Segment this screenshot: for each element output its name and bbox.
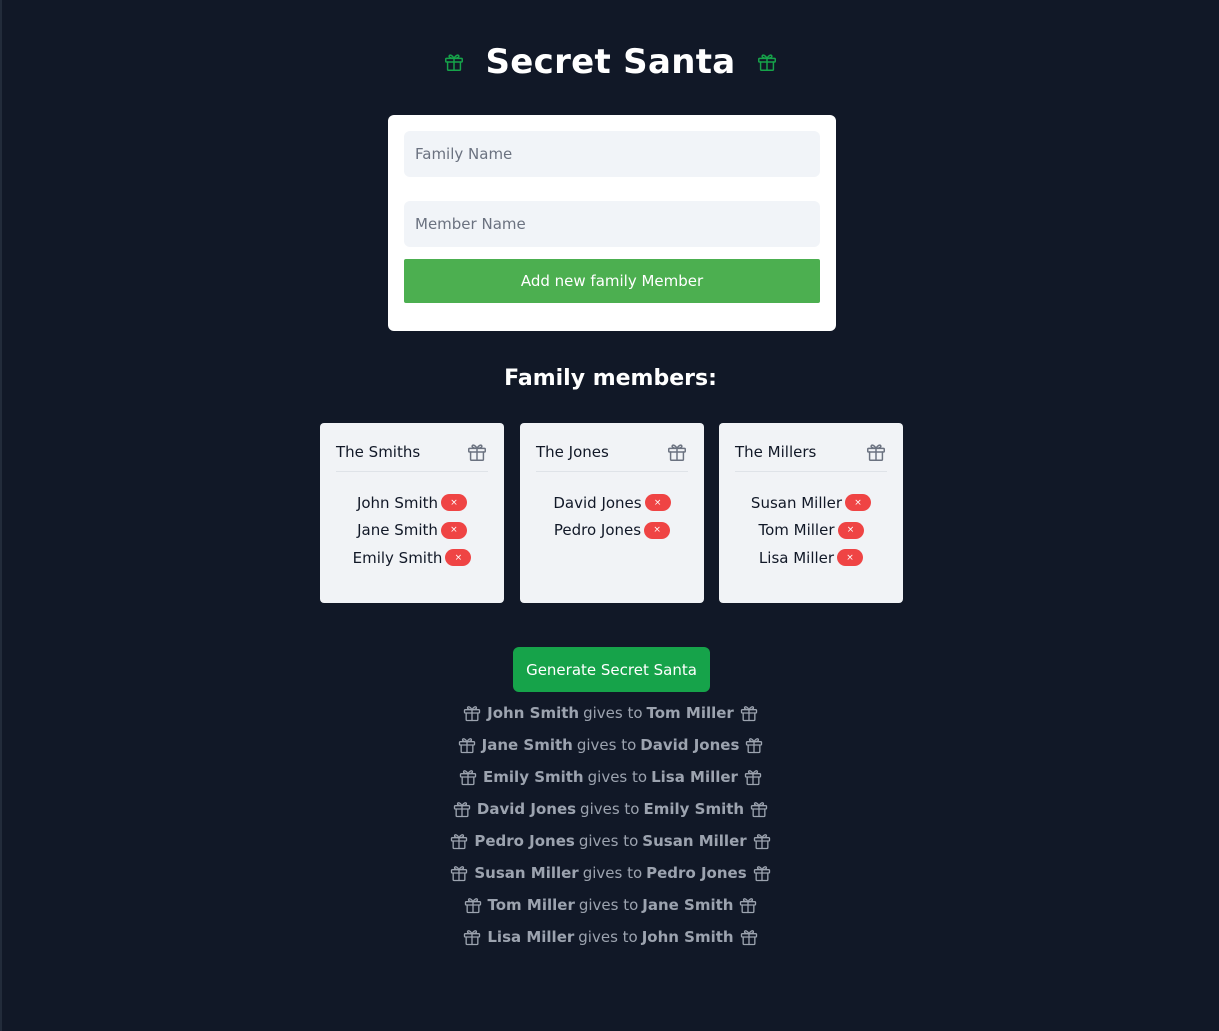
receiver-name: John Smith xyxy=(641,928,734,946)
remove-member-button[interactable]: × xyxy=(441,494,468,512)
gives-to-text: gives to xyxy=(580,800,640,818)
app-page: Secret Santa Add new family Member Famil… xyxy=(0,0,1219,1031)
generate-secret-santa-button[interactable]: Generate Secret Santa xyxy=(513,647,710,692)
receiver-name: David Jones xyxy=(640,736,740,754)
remove-member-button[interactable]: × xyxy=(644,521,671,539)
gift-icon xyxy=(463,895,483,915)
giver-name: Jane Smith xyxy=(481,736,573,754)
gives-to-text: gives to xyxy=(576,736,637,754)
family-name: The Millers xyxy=(735,443,817,461)
gift-icon xyxy=(449,831,469,851)
gives-to-text: gives to xyxy=(587,768,648,786)
gift-icon xyxy=(865,441,887,463)
family-card: The Jones David Jones × Pedro Jones × xyxy=(520,423,704,603)
receiver-name: Emily Smith xyxy=(643,800,745,818)
member-name-input[interactable] xyxy=(404,201,820,247)
pairing-row: Tom Miller gives to Jane Smith xyxy=(2,889,1219,921)
receiver-name: Lisa Miller xyxy=(651,768,738,786)
giver-name: Lisa Miller xyxy=(487,928,575,946)
pairing-row: Susan Miller gives to Pedro Jones xyxy=(2,857,1219,889)
giver-name: Susan Miller xyxy=(474,864,579,882)
family-card-header: The Jones xyxy=(536,439,688,472)
family-card: The Smiths John Smith × Jane Smith × Emily Sm… xyxy=(320,423,504,603)
pairing-row: Pedro Jones gives to Susan Miller xyxy=(2,825,1219,857)
family-card: The Millers Susan Miller × Tom Miller × Lisa … xyxy=(719,423,903,603)
gift-icon xyxy=(743,767,763,787)
family-name: The Smiths xyxy=(336,443,421,461)
list-item: Pedro Jones × xyxy=(520,517,704,545)
gift-icon xyxy=(462,927,482,947)
list-item: Tom Miller × xyxy=(719,517,903,545)
family-card-header: The Millers xyxy=(735,439,887,472)
giver-name: Tom Miller xyxy=(487,896,575,914)
gives-to-text: gives to xyxy=(578,832,639,850)
gift-icon xyxy=(752,863,772,883)
receiver-name: Susan Miller xyxy=(642,832,747,850)
giver-name: John Smith xyxy=(487,704,580,722)
gives-to-text: gives to xyxy=(578,896,639,914)
list-item: David Jones × xyxy=(520,489,704,517)
member-name: Pedro Jones xyxy=(553,521,642,540)
member-name: Lisa Miller xyxy=(758,548,835,567)
family-name: The Jones xyxy=(536,443,609,461)
receiver-name: Jane Smith xyxy=(642,896,734,914)
giver-name: David Jones xyxy=(476,800,577,818)
gift-icon xyxy=(749,799,769,819)
list-item: Susan Miller × xyxy=(719,489,903,517)
remove-member-button[interactable]: × xyxy=(445,549,472,567)
gift-icon xyxy=(452,799,472,819)
gift-icon xyxy=(666,441,688,463)
gift-icon xyxy=(738,895,758,915)
families-heading: Family members: xyxy=(504,366,717,391)
remove-member-button[interactable]: × xyxy=(837,549,864,567)
gift-icon xyxy=(752,831,772,851)
member-name: Emily Smith xyxy=(352,548,443,567)
receiver-name: Pedro Jones xyxy=(646,864,747,882)
receiver-name: Tom Miller xyxy=(646,704,734,722)
gift-icon xyxy=(739,927,759,947)
gift-icon xyxy=(462,703,482,723)
member-name: Jane Smith xyxy=(357,521,438,540)
page-title: Secret Santa xyxy=(485,42,736,82)
gift-icon xyxy=(739,703,759,723)
remove-member-button[interactable]: × xyxy=(845,494,872,512)
gives-to-text: gives to xyxy=(583,704,643,722)
gift-icon xyxy=(458,767,478,787)
list-item: Jane Smith × xyxy=(320,517,504,545)
remove-member-button[interactable]: × xyxy=(837,521,864,539)
gift-icon xyxy=(466,441,488,463)
list-item: John Smith × xyxy=(320,489,504,517)
list-item: Emily Smith × xyxy=(320,544,504,572)
gives-to-text: gives to xyxy=(578,928,638,946)
member-name: Susan Miller xyxy=(750,493,843,512)
pairing-row: David Jones gives to Emily Smith xyxy=(2,793,1219,825)
list-item: Lisa Miller × xyxy=(719,544,903,572)
header: Secret Santa xyxy=(2,42,1219,82)
member-list: Susan Miller × Tom Miller × Lisa Miller × xyxy=(719,489,903,572)
pairing-row: Emily Smith gives to Lisa Miller xyxy=(2,761,1219,793)
gift-icon xyxy=(756,51,778,73)
family-card-header: The Smiths xyxy=(336,439,488,472)
remove-member-button[interactable]: × xyxy=(440,521,467,539)
member-name: David Jones xyxy=(553,493,642,512)
pairings-list: John Smith gives to Tom Miller Jane Smith gi… xyxy=(2,697,1219,953)
gift-icon xyxy=(457,735,477,755)
pairing-row: John Smith gives to Tom Miller xyxy=(2,697,1219,729)
add-member-button[interactable]: Add new family Member xyxy=(404,259,820,303)
giver-name: Emily Smith xyxy=(483,768,584,786)
member-list: David Jones × Pedro Jones × xyxy=(520,489,704,544)
pairing-row: Jane Smith gives to David Jones xyxy=(2,729,1219,761)
add-member-form: Add new family Member xyxy=(388,115,836,331)
family-name-input[interactable] xyxy=(404,131,820,177)
member-name: John Smith xyxy=(356,493,439,512)
member-list: John Smith × Jane Smith × Emily Smith × xyxy=(320,489,504,572)
pairing-row: Lisa Miller gives to John Smith xyxy=(2,921,1219,953)
gift-icon xyxy=(744,735,764,755)
gives-to-text: gives to xyxy=(582,864,643,882)
gift-icon xyxy=(449,863,469,883)
gift-icon xyxy=(443,51,465,73)
remove-member-button[interactable]: × xyxy=(644,494,671,512)
member-name: Tom Miller xyxy=(758,521,835,540)
giver-name: Pedro Jones xyxy=(474,832,575,850)
